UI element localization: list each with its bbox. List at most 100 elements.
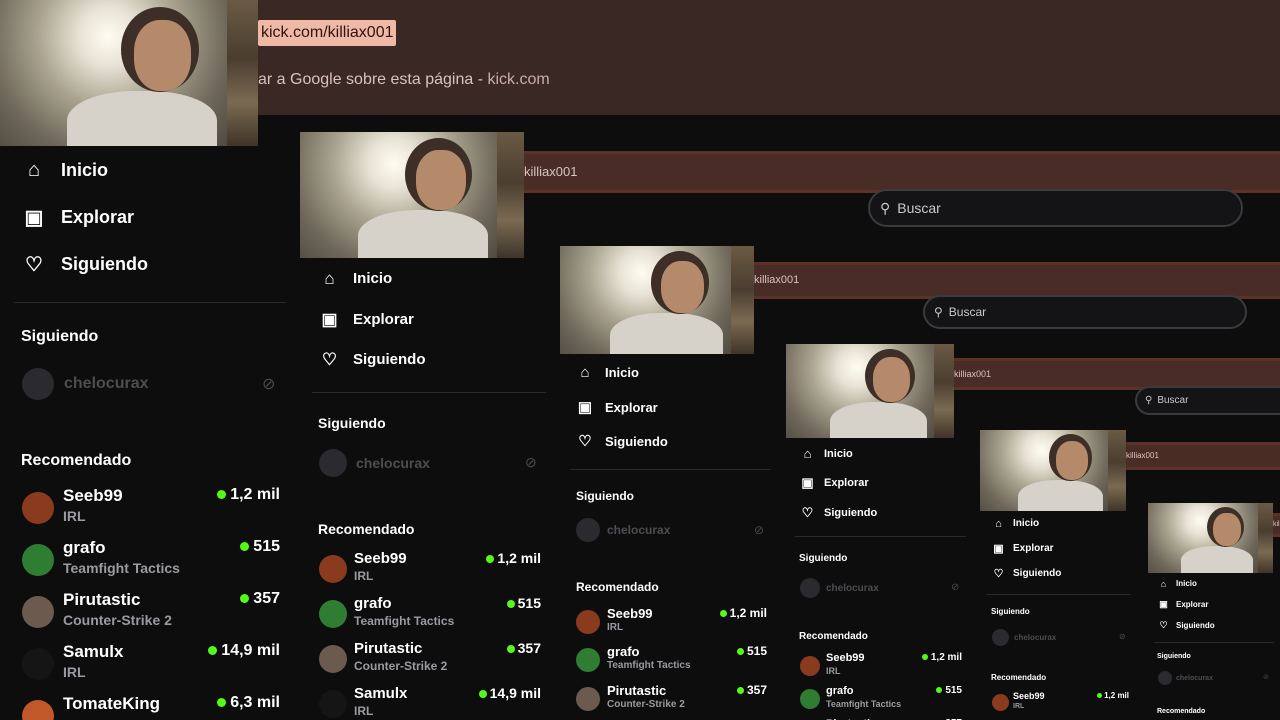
recommended-channel-grafo[interactable]: grafoTeamfight Tactics515: [786, 685, 967, 715]
nav-label: Explorar: [824, 476, 869, 489]
followed-channel[interactable]: chelocurax: [319, 449, 430, 477]
viewer-value: 14,9 mil: [221, 642, 280, 659]
nav-item-inicio[interactable]: ⌂ Inicio: [319, 268, 392, 289]
nav-item-inicio[interactable]: ⌂ Inicio: [800, 446, 853, 461]
search-icon: ⚲: [1145, 395, 1153, 406]
nav-label: Inicio: [61, 159, 109, 180]
followed-channel[interactable]: chelocurax: [800, 578, 879, 598]
viewer-count: 6,3 mil: [217, 694, 280, 712]
channel-name: grafo: [63, 538, 106, 557]
nav-item-inicio[interactable]: ⌂ Inicio: [22, 158, 108, 182]
recommended-title: Recomendado: [21, 452, 132, 469]
eye-off-icon[interactable]: ⊘: [951, 582, 959, 593]
recommended-channel-grafo[interactable]: grafoTeamfight Tactics515: [560, 644, 773, 680]
nav-label: Inicio: [1013, 518, 1040, 529]
explore-icon: ▣: [24, 206, 44, 229]
nav-label: Explorar: [353, 311, 414, 328]
recommended-title: Recomendado: [799, 631, 868, 642]
explore-icon: ▣: [577, 399, 593, 416]
followed-channel[interactable]: chelocurax: [1158, 671, 1213, 685]
channel-category: Teamfight Tactics: [826, 699, 902, 709]
nav-item-siguiendo[interactable]: ♡ Siguiendo: [992, 567, 1062, 580]
recommended-channel-seeb99[interactable]: Seeb99 IRL 1,2 mil: [560, 606, 773, 642]
nav-item-explorar[interactable]: ▣ Explorar: [22, 205, 134, 229]
viewer-count: 1,2 mil: [486, 550, 541, 566]
channel-avatar: [992, 694, 1009, 711]
browser-address-dropdown: kick.com/killiax001 ar a Google sobre est…: [258, 0, 1280, 115]
search-input[interactable]: ⚲ Buscar: [923, 295, 1247, 329]
viewer-value: 515: [253, 538, 280, 555]
viewer-value: 357: [253, 590, 280, 607]
channel-category: Teamfight Tactics: [607, 660, 691, 671]
channel-name: Seeb99: [354, 550, 407, 567]
search-input[interactable]: ⚲ Buscar: [868, 189, 1243, 227]
channel-avatar: [319, 449, 347, 477]
nav-item-siguiendo[interactable]: ♡ Siguiendo: [800, 504, 878, 520]
browser-url-strip: killiax001: [754, 262, 1280, 299]
recommended-channel-tomateking[interactable]: TomateKing 6,3 mil: [0, 694, 288, 720]
nav-label: Inicio: [353, 270, 393, 287]
recommended-title: Recomendado: [576, 580, 659, 594]
search-icon: ⚲: [880, 199, 891, 216]
recommended-channel-pirutastic[interactable]: PirutasticCounter-Strike 2357: [300, 640, 548, 681]
recommended-channel-grafo[interactable]: grafoTeamfight Tactics515: [0, 538, 288, 586]
following-title: Siguiendo: [1157, 653, 1191, 660]
nav-item-inicio[interactable]: ⌂ Inicio: [992, 517, 1039, 530]
sidebar-divider: [1154, 642, 1274, 643]
viewer-count: 14,9 mil: [208, 642, 280, 660]
channel-name: Seeb99: [607, 606, 653, 621]
nav-item-inicio[interactable]: ⌂ Inicio: [576, 363, 638, 381]
channel-avatar: [319, 555, 347, 583]
channel-name: chelocurax: [1014, 633, 1057, 642]
heart-icon: ♡: [801, 504, 814, 520]
followed-channel[interactable]: chelocurax: [992, 629, 1056, 646]
followed-channel[interactable]: chelocurax: [576, 518, 670, 542]
eye-off-icon[interactable]: ⊘: [262, 374, 275, 394]
nav-item-siguiendo[interactable]: ♡ Siguiendo: [576, 432, 668, 450]
viewer-count: 1,2 mil: [719, 606, 767, 620]
browser-url-strip: killiax001: [524, 151, 1280, 193]
channel-category: IRL: [63, 664, 86, 680]
recommended-title: Recomendado: [1157, 708, 1206, 715]
recommended-channel-seeb99[interactable]: Seeb99 IRL 1,2 mil: [980, 691, 1133, 716]
recommended-channel-samulx[interactable]: Samulx IRL 14,9 mil: [300, 685, 548, 720]
recommended-channel-pirutastic[interactable]: PirutasticCounter-Strike 2357: [0, 590, 288, 638]
viewer-count: 357: [240, 590, 280, 608]
recommended-channel-grafo[interactable]: grafoTeamfight Tactics515: [300, 595, 548, 636]
nav-item-explorar[interactable]: ▣ Explorar: [800, 475, 869, 490]
search-input[interactable]: ⚲ Buscar: [1135, 386, 1280, 415]
home-icon: ⌂: [995, 517, 1002, 530]
nav-item-explorar[interactable]: ▣ Explorar: [319, 309, 414, 330]
viewer-value: 357: [746, 683, 767, 697]
channel-avatar: [576, 610, 600, 634]
nav-item-siguiendo[interactable]: ♡ Siguiendo: [319, 349, 426, 370]
recommended-channel-samulx[interactable]: Samulx IRL 14,9 mil: [0, 642, 288, 690]
sidebar-divider: [14, 302, 286, 303]
viewer-count: 357: [506, 640, 541, 656]
live-dot: [736, 687, 744, 695]
recommended-channel-seeb99[interactable]: Seeb99 IRL 1,2 mil: [300, 550, 548, 591]
viewer-value: 1,2 mil: [1104, 691, 1129, 700]
recommended-channel-seeb99[interactable]: Seeb99 IRL 1,2 mil: [0, 486, 288, 534]
eye-off-icon[interactable]: ⊘: [1263, 673, 1269, 681]
sidebar-divider: [795, 536, 966, 537]
nav-item-explorar[interactable]: ▣ Explorar: [1158, 599, 1208, 610]
google-search-hint[interactable]: ar a Google sobre esta página - kick.com: [258, 71, 550, 89]
eye-off-icon[interactable]: ⊘: [754, 523, 764, 537]
recommended-title: Recomendado: [318, 521, 415, 537]
recommended-channel-seeb99[interactable]: Seeb99 IRL 1,2 mil: [786, 652, 967, 682]
hint-prefix: ar a Google sobre esta página -: [258, 71, 488, 88]
nav-item-siguiendo[interactable]: ♡ Siguiendo: [22, 252, 148, 276]
nav-label: Inicio: [1176, 579, 1197, 588]
nav-label: Siguiendo: [605, 433, 668, 449]
eye-off-icon[interactable]: ⊘: [525, 454, 537, 471]
nav-item-explorar[interactable]: ▣ Explorar: [576, 398, 658, 416]
nav-item-inicio[interactable]: ⌂ Inicio: [1158, 578, 1197, 589]
recommended-channel-pirutastic[interactable]: PirutasticCounter-Strike 2357: [560, 683, 773, 719]
followed-channel[interactable]: chelocurax: [22, 368, 148, 400]
eye-off-icon[interactable]: ⊘: [1119, 632, 1126, 641]
nav-item-explorar[interactable]: ▣ Explorar: [992, 542, 1053, 555]
channel-avatar: [800, 578, 820, 598]
nav-item-siguiendo[interactable]: ♡ Siguiendo: [1158, 620, 1214, 631]
channel-category: IRL: [1013, 703, 1025, 710]
